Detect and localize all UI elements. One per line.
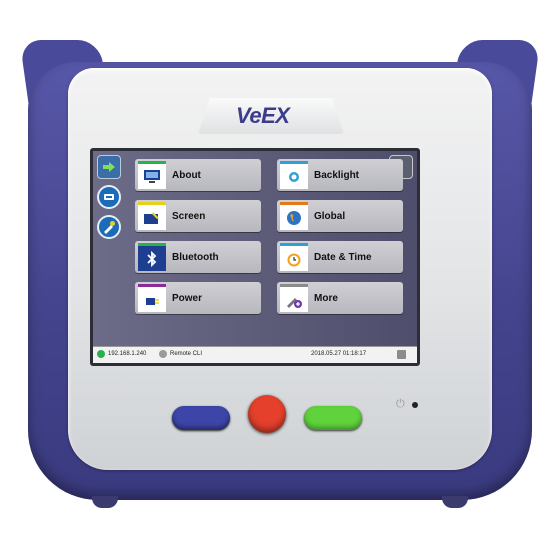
tile-label: Backlight (314, 169, 360, 181)
tile-bluetooth[interactable]: Bluetooth (135, 241, 261, 273)
screen-content: About Backlight Screen Global Bluetooth … (93, 151, 417, 347)
tile-label: Power (172, 292, 203, 304)
start-hardware-button[interactable] (304, 406, 362, 430)
tile-label: More (314, 292, 338, 304)
remote-cli-status: Remote CLI (170, 351, 203, 357)
remote-cli-icon (159, 350, 167, 358)
status-bar: 192.168.1.240 Remote CLI 2018.05.27 01:1… (93, 346, 417, 363)
home-hardware-button[interactable] (172, 406, 230, 430)
more-tools-icon (280, 284, 308, 312)
datetime: 2018.05.27 01:18:17 (311, 351, 367, 357)
stop-hardware-button[interactable] (248, 395, 286, 433)
tile-label: Global (314, 210, 346, 222)
tile-label: Bluetooth (172, 251, 219, 263)
device-foot-right (442, 496, 468, 508)
bluetooth-icon (138, 243, 166, 271)
keyboard-icon[interactable] (397, 350, 406, 359)
status-led (412, 402, 418, 408)
tile-date-time[interactable]: Date & Time (277, 241, 403, 273)
touch-screen: About Backlight Screen Global Bluetooth … (90, 148, 420, 366)
brightness-icon (280, 161, 308, 189)
arrow-right-icon[interactable] (97, 155, 121, 179)
tile-more[interactable]: More (277, 282, 403, 314)
tile-about[interactable]: About (135, 159, 261, 191)
sidebar-nav (97, 155, 124, 345)
screen-brush-icon (138, 202, 166, 230)
brand-logo: VeEX (236, 103, 290, 128)
monitor-icon (138, 161, 166, 189)
network-status-icon (97, 350, 105, 358)
ip-address: 192.168.1.240 (108, 351, 147, 357)
network-icon[interactable] (97, 185, 121, 209)
tile-backlight[interactable]: Backlight (277, 159, 403, 191)
device-foot-left (92, 496, 118, 508)
tile-label: Screen (172, 210, 206, 222)
globe-icon (280, 202, 308, 230)
alarm-clock-icon (280, 243, 308, 271)
power-icon[interactable]: ⏻ (396, 398, 405, 411)
power-plug-icon (138, 284, 166, 312)
tile-label: About (172, 169, 201, 181)
tile-screen[interactable]: Screen (135, 200, 261, 232)
tile-global[interactable]: Global (277, 200, 403, 232)
tools-icon[interactable] (97, 215, 121, 239)
tile-label: Date & Time (314, 251, 372, 263)
tile-power[interactable]: Power (135, 282, 261, 314)
